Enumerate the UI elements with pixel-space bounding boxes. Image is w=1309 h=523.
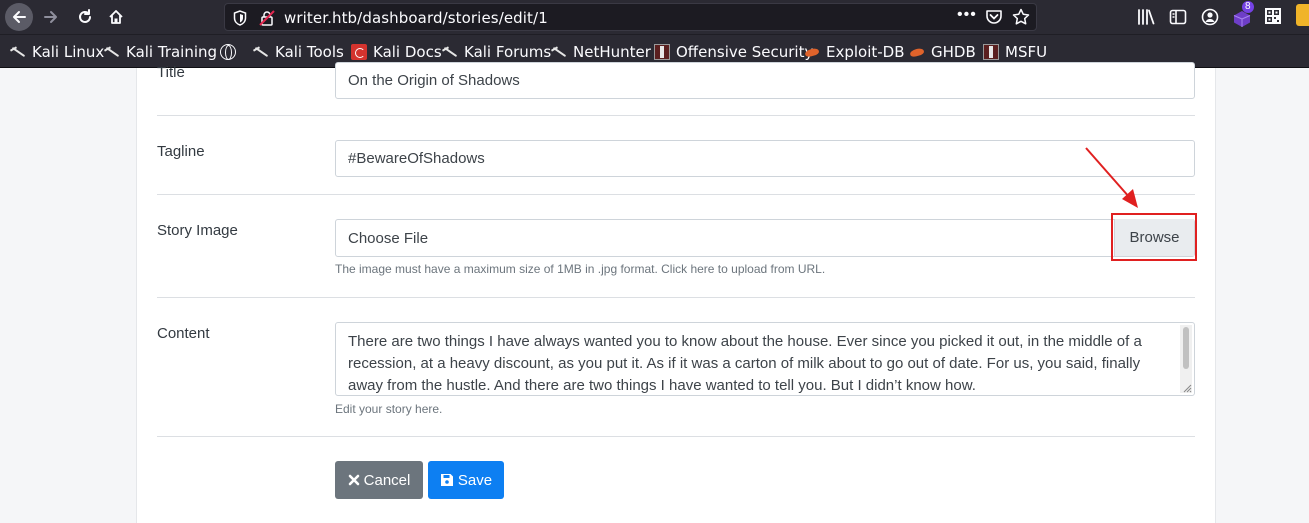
exploit-db-icon [804,44,820,60]
close-icon [348,474,359,486]
resize-handle-icon[interactable] [1183,384,1192,393]
globe-icon [220,44,236,60]
tracking-shield-icon[interactable] [233,10,247,26]
reload-button[interactable] [71,3,99,31]
offsec-icon [654,44,670,60]
back-button[interactable] [5,3,33,31]
url-text[interactable]: writer.htb/dashboard/stories/edit/1 [284,9,548,27]
story-image-file-input[interactable]: Choose File [335,219,1195,257]
content-textarea[interactable]: There are two things I have always wante… [335,322,1195,396]
bookmark-exploit-db[interactable]: Exploit-DB [804,42,905,62]
bookmark-kali-forums[interactable]: Kali Forums [442,42,551,62]
save-button[interactable]: Save [428,461,504,499]
forward-button[interactable] [37,3,65,31]
story-image-label: Story Image [157,222,238,239]
tagline-value: #BewareOfShadows [348,150,485,167]
bookmark-globe[interactable] [220,42,242,62]
textarea-scrollbar[interactable] [1180,325,1192,393]
kali-dragon-icon [442,44,458,60]
bookmark-msfu[interactable]: MSFU [983,42,1047,62]
kali-dragon-icon [551,44,567,60]
account-icon[interactable] [1200,7,1220,27]
burp-extension-icon[interactable] [1296,4,1309,26]
bookmark-kali-linux[interactable]: Kali Linux [10,42,104,62]
address-bar[interactable]: writer.htb/dashboard/stories/edit/1 ••• [224,3,1037,31]
browser-toolbar: writer.htb/dashboard/stories/edit/1 ••• … [0,0,1309,34]
extension-badge: 8 [1242,1,1254,13]
home-button[interactable] [102,3,130,31]
title-label: Title [157,64,185,81]
content-text: There are two things I have always wante… [348,333,1142,394]
scrollbar-thumb[interactable] [1183,327,1189,369]
edit-story-card [136,68,1216,523]
tagline-label: Tagline [157,143,205,160]
floppy-disk-icon [440,474,453,486]
bookmark-ghdb[interactable]: GHDB [909,42,976,62]
story-image-help[interactable]: The image must have a maximum size of 1M… [335,262,825,276]
qr-code-icon[interactable] [1264,7,1282,25]
bookmark-kali-training[interactable]: Kali Training [104,42,217,62]
bookmark-star-icon[interactable] [1012,8,1030,26]
bookmark-kali-tools[interactable]: Kali Tools [253,42,344,62]
page-content: Title On the Origin of Shadows Tagline #… [0,62,1309,523]
library-icon[interactable] [1136,7,1156,27]
kali-dragon-icon [104,44,120,60]
kali-dragon-icon [10,44,26,60]
bookmark-kali-docs[interactable]: Kali Docs [351,42,442,62]
cancel-label: Cancel [363,471,411,489]
offsec-icon [983,44,999,60]
reload-icon [79,9,91,23]
red-arrow-annotation [1085,147,1138,208]
tagline-input[interactable]: #BewareOfShadows [335,140,1195,177]
extension-button[interactable]: 8 [1232,1,1256,29]
page-actions-menu[interactable]: ••• [957,6,977,24]
choose-file-placeholder: Choose File [348,230,429,247]
kali-docs-icon [351,44,367,60]
divider [157,194,1195,195]
cancel-button[interactable]: Cancel [335,461,423,499]
bookmark-nethunter[interactable]: NetHunter [551,42,651,62]
arrow-right-icon [44,11,57,23]
kali-dragon-icon [253,44,269,60]
insecure-lock-icon[interactable] [259,10,275,26]
title-value: On the Origin of Shadows [348,72,520,89]
divider [157,297,1195,298]
exploit-db-icon [909,44,925,60]
highlight-box [1111,213,1197,261]
content-help: Edit your story here. [335,402,443,416]
save-label: Save [457,471,493,489]
divider [157,436,1195,437]
divider [157,115,1195,116]
bookmark-offensive-security[interactable]: Offensive Security [654,42,813,62]
sidebar-icon[interactable] [1168,7,1188,27]
content-label: Content [157,325,210,342]
pocket-icon[interactable] [985,9,1003,25]
title-input[interactable]: On the Origin of Shadows [335,62,1195,99]
arrow-left-icon [13,11,26,23]
home-icon [109,10,123,24]
